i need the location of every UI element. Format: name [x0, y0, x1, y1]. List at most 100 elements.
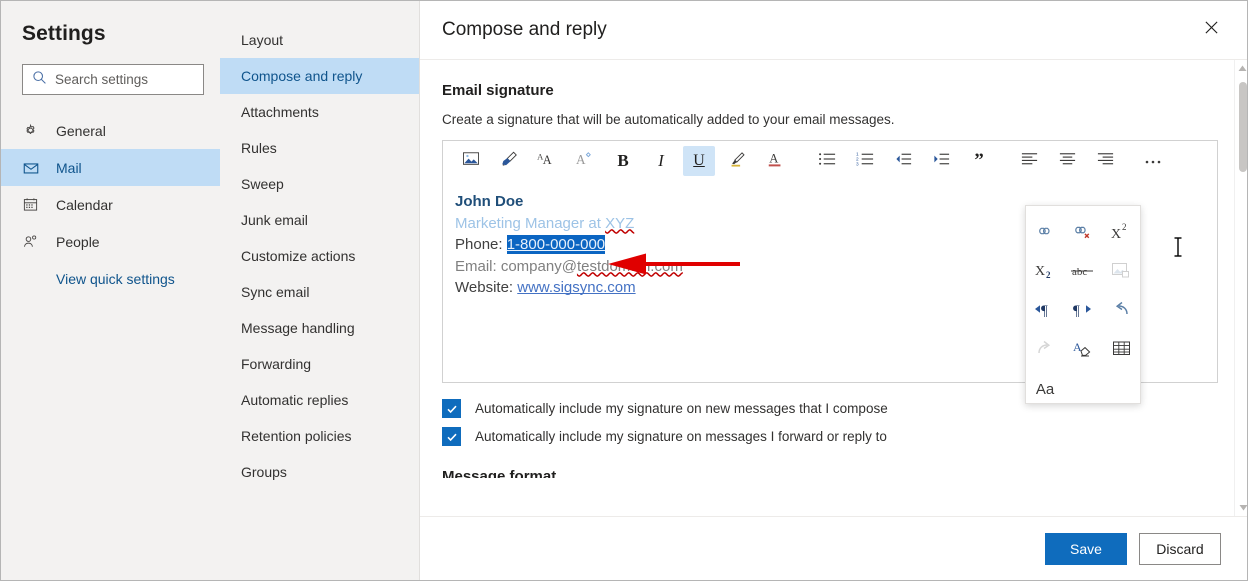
clear-formatting-button[interactable]: A: [1064, 331, 1102, 370]
subscript-button[interactable]: X2: [1026, 253, 1064, 292]
quote-button[interactable]: ”: [963, 146, 995, 176]
insert-table-button[interactable]: [1102, 331, 1140, 370]
svg-text:abc: abc: [1072, 266, 1087, 278]
discard-button[interactable]: Discard: [1139, 533, 1221, 565]
subnav-item-rules[interactable]: Rules: [220, 130, 419, 166]
signature-website-label: Website:: [455, 279, 518, 296]
subnav-item-retention-policies[interactable]: Retention policies: [220, 418, 419, 454]
italic-button[interactable]: I: [645, 146, 677, 176]
subscript-icon: X2: [1034, 262, 1056, 284]
subnav-item-automatic-replies[interactable]: Automatic replies: [220, 382, 419, 418]
mail-subnav: Layout Compose and reply Attachments Rul…: [220, 0, 420, 581]
sidebar-item-people[interactable]: People: [0, 223, 220, 260]
svg-text:A: A: [1073, 340, 1082, 354]
align-left-button[interactable]: [1013, 146, 1045, 176]
decrease-indent-button[interactable]: [887, 146, 919, 176]
highlight-button[interactable]: [721, 146, 753, 176]
font-color-icon: A: [575, 150, 596, 172]
signature-website-value[interactable]: www.sigsync.com: [517, 279, 635, 296]
svg-text:3: 3: [856, 161, 859, 167]
font-color-button[interactable]: A: [759, 146, 791, 176]
font-size-button[interactable]: AA: [531, 146, 563, 176]
search-input[interactable]: [55, 72, 185, 87]
next-section-title: Message format: [442, 468, 557, 478]
text-direction-rtl-button[interactable]: ¶: [1064, 292, 1102, 331]
align-right-button[interactable]: [1089, 146, 1121, 176]
align-center-icon: [1058, 151, 1077, 172]
signature-phone-label: Phone:: [455, 236, 507, 253]
align-center-button[interactable]: [1051, 146, 1083, 176]
signature-phone-value[interactable]: 1-800-000-000: [506, 235, 606, 254]
search-box[interactable]: [22, 64, 204, 95]
sidebar-item-calendar[interactable]: Calendar: [0, 186, 220, 223]
section-description: Create a signature that will be automati…: [442, 112, 895, 127]
insert-link-icon: [1035, 223, 1056, 244]
bulleted-list-button[interactable]: [811, 146, 843, 176]
remove-link-button[interactable]: [1064, 214, 1102, 253]
bold-button[interactable]: B: [607, 146, 639, 176]
search-icon: [32, 70, 47, 90]
subnav-item-junk-email[interactable]: Junk email: [220, 202, 419, 238]
insert-table-icon: [1112, 340, 1131, 362]
view-quick-settings-link[interactable]: View quick settings: [0, 260, 220, 287]
svg-text:2: 2: [1046, 270, 1051, 279]
remove-link-icon: [1072, 223, 1095, 245]
insert-picture-button[interactable]: [455, 146, 487, 176]
close-button[interactable]: [1194, 13, 1228, 47]
subnav-item-compose-and-reply[interactable]: Compose and reply: [220, 58, 419, 94]
sidebar-item-label: General: [56, 122, 106, 139]
editor-toolbar: AA A B I U A 1 2 3 ”: [443, 141, 1217, 181]
increase-indent-button[interactable]: [925, 146, 957, 176]
svg-text:¶: ¶: [1073, 303, 1080, 318]
calendar-icon: [22, 196, 44, 213]
more-options-button[interactable]: [1137, 146, 1169, 176]
text-direction-ltr-icon: ¶: [1033, 300, 1057, 323]
strikethrough-button[interactable]: abc: [1064, 253, 1102, 292]
sidebar-item-general[interactable]: General: [0, 112, 220, 149]
format-painter-button[interactable]: [493, 146, 525, 176]
signature-company: XYZ: [605, 214, 635, 232]
subnav-item-sweep[interactable]: Sweep: [220, 166, 419, 202]
svg-text:A: A: [576, 152, 586, 167]
bold-icon: B: [617, 151, 629, 170]
text-direction-ltr-button[interactable]: ¶: [1026, 292, 1064, 331]
insert-link-button[interactable]: [1026, 214, 1064, 253]
subnav-item-forwarding[interactable]: Forwarding: [220, 346, 419, 382]
redo-button[interactable]: [1026, 331, 1064, 370]
subnav-item-layout[interactable]: Layout: [220, 22, 419, 58]
undo-button[interactable]: [1102, 292, 1140, 331]
settings-sidebar: Settings General Mail: [0, 0, 220, 581]
scrollbar-thumb[interactable]: [1239, 82, 1247, 172]
decrease-indent-icon: [894, 151, 913, 172]
checkbox-include-signature-new[interactable]: [442, 399, 461, 418]
detail-title: Compose and reply: [442, 18, 607, 40]
subnav-item-customize-actions[interactable]: Customize actions: [220, 238, 419, 274]
vertical-scrollbar[interactable]: [1234, 60, 1248, 516]
change-case-button[interactable]: Aa: [1026, 370, 1064, 409]
numbered-list-button[interactable]: 123: [849, 146, 881, 176]
checkbox-include-signature-reply[interactable]: [442, 427, 461, 446]
checkbox-label: Automatically include my signature on me…: [475, 429, 887, 444]
sidebar-item-mail[interactable]: Mail: [0, 149, 220, 186]
strikethrough-icon: abc: [1070, 263, 1096, 283]
more-options-icon: [1144, 152, 1162, 170]
scroll-up-arrow-icon[interactable]: [1235, 60, 1248, 77]
clear-formatting-icon: A: [1072, 339, 1094, 363]
subnav-item-sync-email[interactable]: Sync email: [220, 274, 419, 310]
underline-button[interactable]: U: [683, 146, 715, 176]
svg-text:X: X: [1111, 227, 1121, 240]
superscript-icon: X2: [1110, 222, 1132, 245]
subnav-item-groups[interactable]: Groups: [220, 454, 419, 490]
sidebar-item-label: Calendar: [56, 196, 113, 213]
subnav-item-attachments[interactable]: Attachments: [220, 94, 419, 130]
detail-header: Compose and reply: [420, 0, 1248, 60]
font-color-picker-button[interactable]: A: [569, 146, 601, 176]
annotation-arrow-icon: [608, 253, 742, 280]
subnav-item-message-handling[interactable]: Message handling: [220, 310, 419, 346]
save-button[interactable]: Save: [1045, 533, 1127, 565]
checkbox-label: Automatically include my signature on ne…: [475, 401, 888, 416]
insert-image-button[interactable]: [1102, 253, 1140, 292]
detail-footer: Save Discard: [420, 516, 1248, 581]
superscript-button[interactable]: X2: [1102, 214, 1140, 253]
scroll-down-arrow-icon[interactable]: [1235, 499, 1248, 516]
